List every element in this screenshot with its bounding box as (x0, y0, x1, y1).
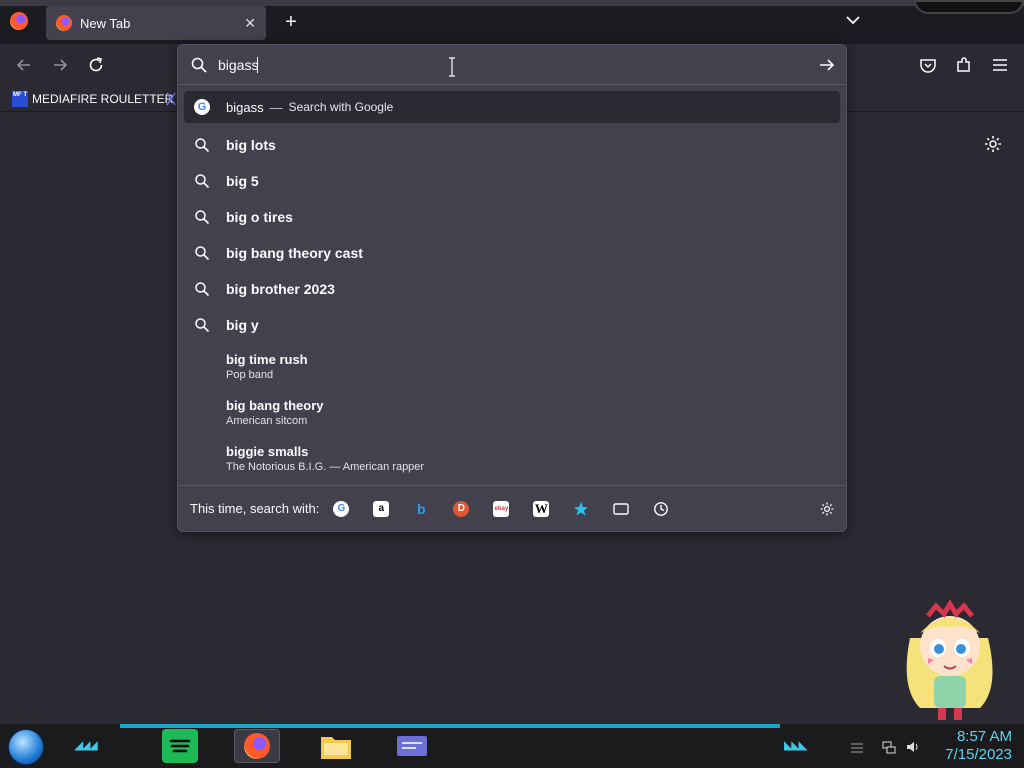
taskbar: ◢◢◢ ◣◣◣ 8:57 AM 7/15/2023 (0, 724, 1024, 768)
reload-icon[interactable] (86, 55, 106, 75)
start-button[interactable] (8, 729, 44, 765)
rich-suggestion-item[interactable]: big time rush Pop band (184, 343, 840, 389)
text-caret (257, 57, 258, 73)
suggestion-text: big y (226, 317, 259, 333)
tab-strip: New Tab ✕ + (0, 0, 1024, 44)
close-tab-icon[interactable]: ✕ (244, 15, 256, 32)
google-icon[interactable]: G (333, 500, 350, 517)
separator: — (269, 99, 283, 115)
google-icon: G (194, 99, 210, 115)
rich-suggestion-subtitle: The Notorious B.I.G. — American rapper (226, 460, 425, 473)
address-input[interactable] (216, 53, 806, 77)
wikipedia-icon[interactable]: W (533, 500, 550, 517)
firefox-favicon-icon (56, 15, 72, 31)
suggestion-item[interactable]: big lots (184, 127, 840, 163)
duckduckgo-icon[interactable]: D (453, 500, 470, 517)
suggestion-query: bigass (226, 99, 264, 115)
rich-suggestion-title: biggie smalls (226, 443, 309, 459)
taskbar-decoration-right: ◣◣◣ (784, 738, 808, 752)
spotify-taskbar-icon[interactable] (162, 729, 198, 763)
go-arrow-icon[interactable] (818, 56, 836, 74)
suggestion-item[interactable]: big bang theory cast (184, 235, 840, 271)
search-icon (194, 317, 210, 333)
pocket-icon[interactable] (918, 55, 938, 75)
suggestion-list: G bigass — Search with Google big lots b… (184, 91, 840, 481)
search-icon (194, 245, 210, 261)
search-icon (194, 137, 210, 153)
cartoon-character-sticker (900, 598, 1000, 724)
suggestion-text: big lots (226, 137, 276, 153)
bookmark-label: MEDIAFIRE ROULETTER (32, 92, 174, 106)
control-panel-taskbar-icon[interactable] (394, 729, 430, 763)
search-with-google-row[interactable]: G bigass — Search with Google (184, 91, 840, 123)
suggestion-text: big bang theory cast (226, 245, 363, 261)
bookmark-mediafire-rouletter[interactable]: MF T MEDIAFIRE ROULETTER (12, 90, 173, 108)
search-settings-gear-icon[interactable] (819, 501, 835, 517)
suggestion-item[interactable]: big 5 (184, 163, 840, 199)
volume-speaker-icon[interactable] (906, 740, 920, 754)
file-explorer-taskbar-icon[interactable] (318, 729, 354, 763)
tabs-icon[interactable] (613, 501, 630, 517)
search-icon (190, 56, 208, 74)
rich-suggestion-title: big time rush (226, 351, 308, 367)
address-bar-popup: G bigass — Search with Google big lots b… (177, 44, 847, 532)
amazon-icon[interactable]: a (373, 500, 390, 517)
new-tab-settings-gear-icon[interactable] (983, 134, 1003, 154)
list-all-tabs-chevron-icon[interactable] (843, 10, 865, 32)
ebay-icon[interactable]: ebay (493, 500, 510, 517)
firefox-menu-icon[interactable] (10, 12, 28, 30)
network-icon[interactable] (882, 740, 896, 754)
one-off-search-bar: This time, search with: G a b D ebay W (178, 485, 846, 531)
taskbar-decoration-left: ◢◢◢ (74, 738, 98, 752)
one-off-label: This time, search with: (190, 501, 320, 516)
firefox-taskbar-icon[interactable] (234, 729, 280, 763)
rich-suggestion-item[interactable]: big bang theory American sitcom (184, 389, 840, 435)
new-tab-button[interactable]: + (280, 10, 302, 34)
suggestion-text: big o tires (226, 209, 293, 225)
suggestion-item[interactable]: big y (184, 307, 840, 343)
mouse-ibeam-cursor-icon (449, 57, 455, 77)
show-desktop-lines-icon[interactable] (850, 740, 864, 754)
forward-arrow-icon[interactable] (50, 55, 70, 75)
rich-suggestion-title: big bang theory (226, 397, 324, 413)
bookmarks-star-icon[interactable] (573, 501, 589, 517)
suggestion-item[interactable]: big brother 2023 (184, 271, 840, 307)
clock-date: 7/15/2023 (945, 746, 1012, 763)
tab-new-tab[interactable]: New Tab ✕ (46, 6, 266, 40)
rich-suggestion-item[interactable]: biggie smalls The Notorious B.I.G. — Ame… (184, 435, 840, 481)
clock-time: 8:57 AM (956, 728, 1012, 745)
taskbar-accent-line (120, 724, 780, 728)
mediafire-bookmark-icon: MF T (12, 91, 28, 107)
suggestion-item[interactable]: big o tires (184, 199, 840, 235)
suggestion-text: big 5 (226, 173, 259, 189)
address-bar (178, 45, 846, 85)
bing-icon[interactable]: b (413, 501, 429, 517)
suggestion-action: Search with Google (288, 100, 394, 114)
bookmark-partial-icon[interactable] (166, 91, 176, 107)
system-clock[interactable]: 8:57 AM 7/15/2023 (932, 728, 1012, 764)
history-clock-icon[interactable] (653, 501, 669, 517)
rich-suggestion-subtitle: Pop band (226, 368, 274, 381)
hamburger-menu-icon[interactable] (990, 55, 1010, 75)
rich-suggestion-subtitle: American sitcom (226, 414, 308, 427)
back-arrow-icon[interactable] (14, 55, 34, 75)
search-icon (194, 281, 210, 297)
search-icon (194, 209, 210, 225)
search-icon (194, 173, 210, 189)
tab-title: New Tab (80, 15, 131, 31)
suggestion-text: big brother 2023 (226, 281, 335, 297)
extensions-puzzle-icon[interactable] (954, 55, 974, 75)
window-corner-decoration (914, 0, 1024, 14)
